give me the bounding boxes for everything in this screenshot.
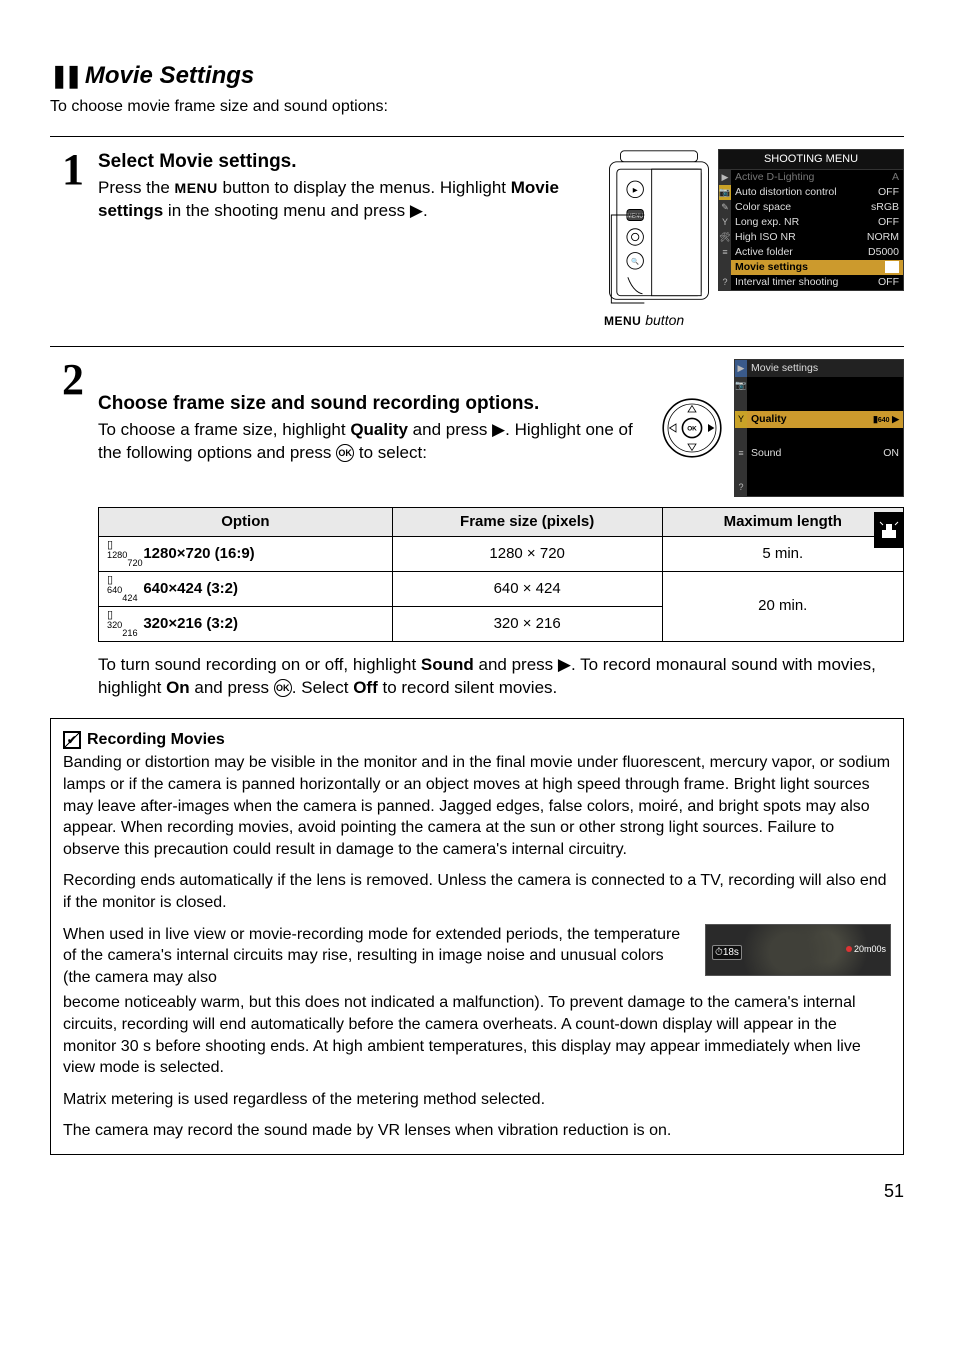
cell-size: 640 × 424	[392, 571, 662, 606]
menu-item-active-folder: Active folderD5000	[731, 245, 903, 260]
panel-row-quality: Quality▮640 ▶	[747, 411, 903, 428]
blank-row	[747, 479, 903, 496]
divider	[50, 136, 904, 137]
caption-italic: button	[641, 312, 684, 328]
cell-len: 20 min.	[662, 571, 903, 641]
sound-paragraph: To turn sound recording on or off, highl…	[98, 654, 904, 700]
opt-label: 1280×720 (16:9)	[143, 545, 254, 562]
right-tri-icon: ▶	[410, 201, 423, 220]
menu-item-interval-timer: Interval timer shootingOFF	[731, 275, 903, 290]
countdown-screenshot: ⏱18s 20m00s	[705, 924, 891, 976]
note-p1: Banding or distortion may be visible in …	[63, 752, 891, 860]
t: Press the	[98, 178, 175, 197]
page-number: 51	[50, 1179, 904, 1203]
section-heading: ❚❚ Movie Settings	[50, 60, 904, 92]
t: in the shooting menu and press	[163, 201, 410, 220]
opt-label: 640×424 (3:2)	[143, 580, 238, 597]
t: to select:	[354, 443, 427, 462]
t: and press	[408, 420, 492, 439]
note-p3b: become noticeably warm, but this does no…	[63, 992, 891, 1078]
res-icon: ▯ 1280720	[107, 540, 135, 568]
lcd-sidebar: ▶ 📷 ✎ Y 🛠 ≡ ?	[719, 170, 731, 290]
step-title-bold: Movie settings	[159, 151, 291, 172]
movie-settings-screen: ▶ 📷 Y ≡ ? Movie settings Quality▮640 ▶	[734, 359, 904, 497]
table-header-row: Option Frame size (pixels) Maximum lengt…	[99, 507, 904, 536]
panel-title: Movie settings	[747, 360, 903, 377]
lcd-title: SHOOTING MENU	[719, 150, 903, 170]
quality-table: Option Frame size (pixels) Maximum lengt…	[98, 507, 904, 642]
step-2: 2 Choose frame size and sound recording …	[50, 359, 904, 700]
svg-text:▶: ▶	[633, 187, 638, 194]
t: Quality	[350, 420, 408, 439]
panel-row-sound: SoundON	[747, 445, 903, 462]
step-title: Select Movie settings.	[98, 149, 590, 175]
note-p4: Matrix metering is used regardless of th…	[63, 1089, 891, 1111]
caption-label: MENU	[604, 314, 641, 328]
table-row: ▯ 1280720 1280×720 (16:9) 1280 × 720 5 m…	[99, 536, 904, 571]
step-number: 2	[50, 359, 84, 700]
step-1: 1 Select Movie settings. Press the MENU …	[50, 149, 904, 330]
menu-item-high-iso-nr: High ISO NRNORM	[731, 230, 903, 245]
th-option: Option	[99, 507, 393, 536]
ok-icon: OK	[336, 444, 354, 462]
menu-word: MENU	[175, 180, 218, 196]
blank-row	[747, 428, 903, 445]
camera-back-diagram: ▶ MENU 🔍	[604, 149, 714, 305]
menu-item-active-d-lighting: Active D-LightingA	[731, 170, 903, 185]
section-intro: To choose movie frame size and sound opt…	[50, 96, 904, 118]
blank-row	[747, 462, 903, 479]
res-icon: ▯ 320216	[107, 610, 135, 638]
step-illustration: ▶ MENU 🔍 SHOOTING MENU ▶ 📷 ✎ Y	[604, 149, 904, 330]
menu-button-caption: MENU button	[604, 311, 684, 330]
table-row: ▯ 640424 640×424 (3:2) 640 × 424 20 min.	[99, 571, 904, 606]
note-p2: Recording ends automatically if the lens…	[63, 870, 891, 913]
step-number: 1	[50, 149, 84, 330]
section-marker: ❚❚	[50, 61, 79, 91]
cell-len: 5 min.	[662, 536, 903, 571]
th-frame-size: Frame size (pixels)	[392, 507, 662, 536]
svg-text:OK: OK	[687, 425, 697, 432]
note-title: ✔ Recording Movies	[63, 729, 891, 751]
res-icon: ▯ 640424	[107, 575, 135, 603]
step-text: Press the MENU button to display the men…	[98, 177, 590, 223]
rec-indicator: 20m00s	[846, 943, 886, 955]
lcd-rows: Active D-LightingA Auto distortion contr…	[731, 170, 903, 290]
right-tri-icon: ▶	[492, 420, 505, 439]
recording-movies-note: ✔ Recording Movies Banding or distortion…	[50, 718, 904, 1155]
t: .	[423, 201, 428, 220]
note-title-text: Recording Movies	[87, 729, 225, 751]
cell-size: 1280 × 720	[392, 536, 662, 571]
menu-item-long-exp-nr: Long exp. NROFF	[731, 215, 903, 230]
svg-text:🔍: 🔍	[631, 257, 639, 266]
step-title-suffix: .	[291, 151, 296, 172]
lcd-sidebar: ▶ 📷 Y ≡ ?	[735, 360, 747, 496]
divider	[50, 346, 904, 347]
t: To choose a frame size, highlight	[98, 420, 350, 439]
blank-row	[747, 377, 903, 394]
menu-item-color-space: Color spacesRGB	[731, 200, 903, 215]
t: button to display the menus. Highlight	[218, 178, 511, 197]
step-title-prefix: Select	[98, 151, 159, 172]
shooting-menu-screen: SHOOTING MENU ▶ 📷 ✎ Y 🛠 ≡ ? Active D-Lig…	[718, 149, 904, 291]
countdown-badge: ⏱18s	[712, 945, 742, 961]
side-tab-icon	[874, 512, 904, 548]
menu-item-auto-distortion: Auto distortion controlOFF	[731, 185, 903, 200]
blank-row	[747, 394, 903, 411]
th-max-length: Maximum length	[662, 507, 903, 536]
right-tri-icon: ▶	[558, 655, 571, 674]
step-title: Choose frame size and sound recording op…	[98, 391, 650, 417]
cell-size: 320 × 216	[392, 606, 662, 641]
menu-item-movie-settings: Movie settings	[731, 260, 903, 275]
ok-icon: OK	[274, 679, 292, 697]
section-title: Movie Settings	[85, 60, 254, 92]
multi-selector-icon: OK	[660, 396, 724, 460]
note-p3a: When used in live view or movie-recordin…	[63, 924, 695, 989]
caution-icon: ✔	[63, 731, 81, 749]
opt-label: 320×216 (3:2)	[143, 615, 238, 632]
note-p5: The camera may record the sound made by …	[63, 1120, 891, 1142]
step-text: To choose a frame size, highlight Qualit…	[98, 419, 650, 465]
